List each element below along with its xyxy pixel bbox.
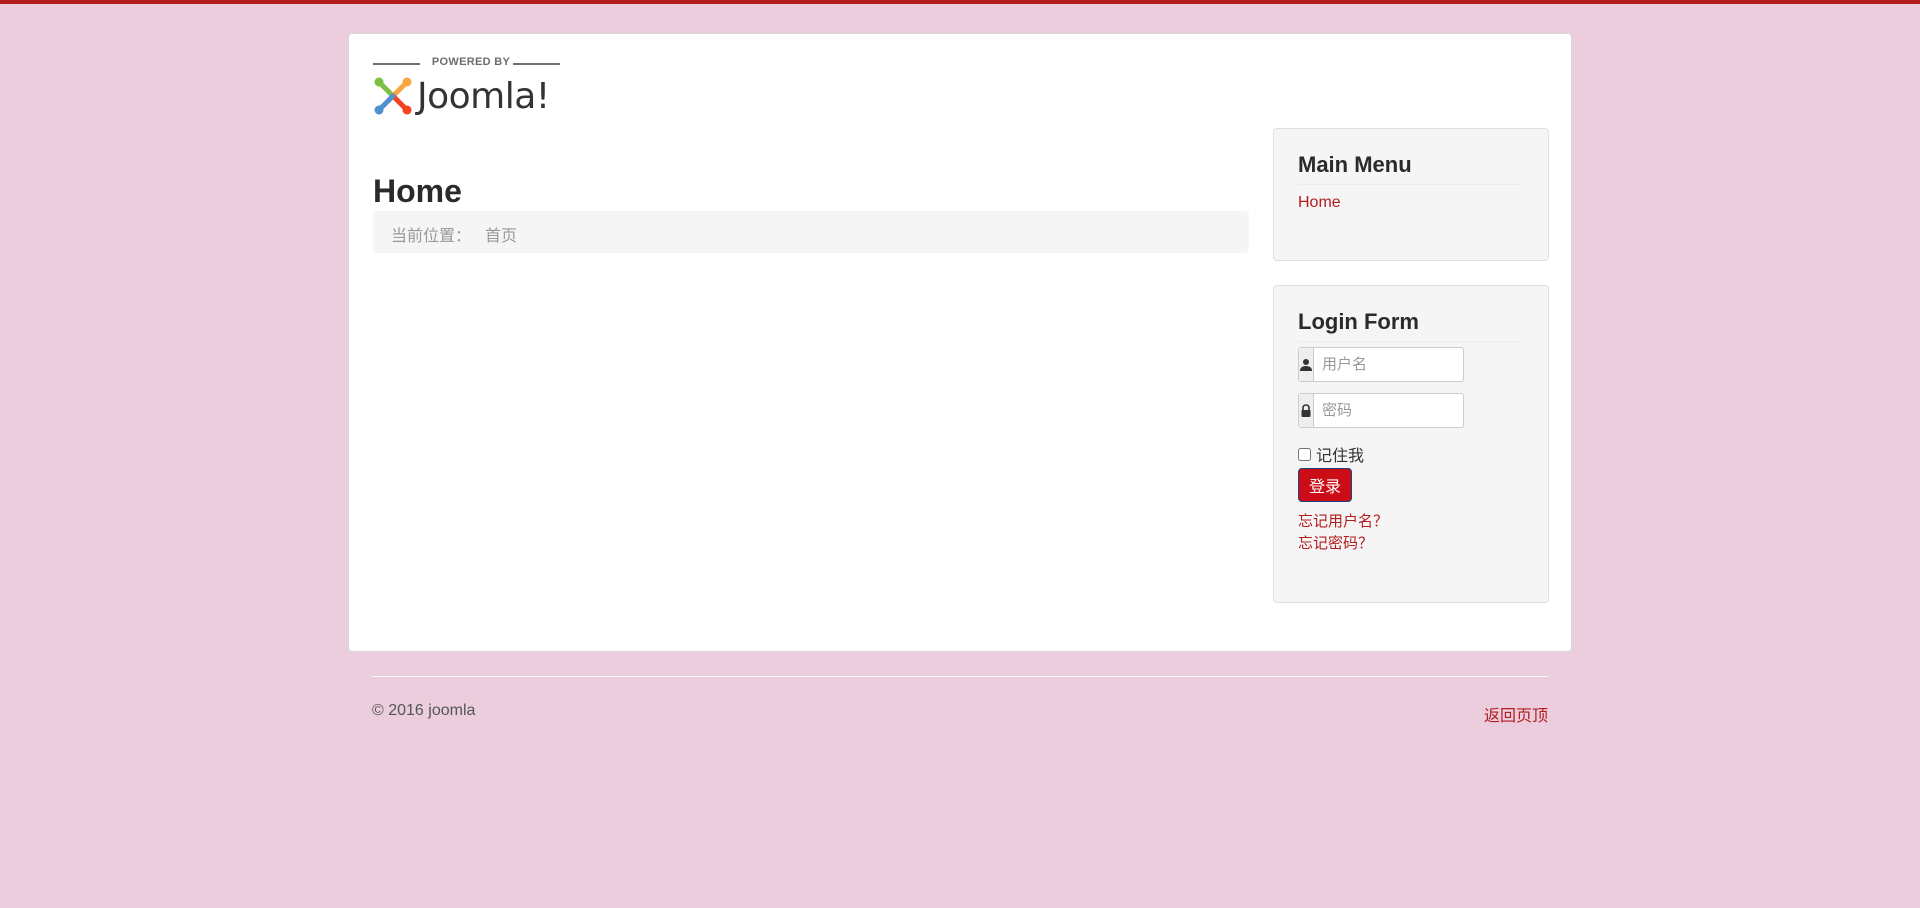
- forgot-password-link[interactable]: 忘记密码？: [1298, 532, 1373, 553]
- logo-line-left: [373, 63, 420, 65]
- login-form-title: Login Form: [1298, 309, 1419, 334]
- back-to-top-link[interactable]: 返回页顶: [1484, 702, 1548, 726]
- login-form-divider: [1298, 341, 1520, 342]
- top-accent-bar: [0, 0, 1920, 4]
- breadcrumb-label: 当前位置：: [391, 228, 472, 245]
- remember-me-label: 记住我: [1316, 448, 1365, 465]
- password-input[interactable]: [1314, 394, 1529, 427]
- user-icon: [1299, 348, 1314, 381]
- footer-divider: [372, 676, 1548, 677]
- username-field: [1298, 347, 1529, 382]
- joomla-mark-icon: [374, 77, 412, 115]
- forgot-username-link[interactable]: 忘记用户名？: [1298, 510, 1388, 531]
- logo-wordmark: Joomla!: [417, 76, 550, 117]
- logo-line-right: [513, 63, 560, 65]
- footer-copyright: © 2016 joomla: [372, 702, 476, 719]
- logo-powered-by: POWERED BY: [431, 56, 511, 68]
- main-menu-divider: [1298, 184, 1520, 185]
- username-input[interactable]: [1314, 348, 1529, 381]
- joomla-logo[interactable]: POWERED BY Joomla!: [373, 56, 563, 117]
- breadcrumb: 当前位置： 首页: [373, 211, 1249, 253]
- page-title: Home: [373, 173, 462, 209]
- breadcrumb-current: 首页: [485, 228, 518, 245]
- remember-me-checkbox[interactable]: [1298, 447, 1311, 461]
- login-button[interactable]: 登录: [1298, 468, 1353, 502]
- main-menu-module: Main Menu Home: [1273, 128, 1549, 261]
- page-container: POWERED BY Joomla! Home 当前位置： 首页 Main Men…: [348, 33, 1572, 652]
- menu-item-home[interactable]: Home: [1298, 194, 1341, 212]
- login-form-module: Login Form 记住我 登录 忘记用户名？ 忘记密码？: [1273, 285, 1549, 603]
- main-menu-title: Main Menu: [1298, 152, 1412, 177]
- password-field: [1298, 393, 1529, 428]
- remember-me[interactable]: 记住我: [1298, 442, 1364, 466]
- lock-icon: [1299, 394, 1314, 427]
